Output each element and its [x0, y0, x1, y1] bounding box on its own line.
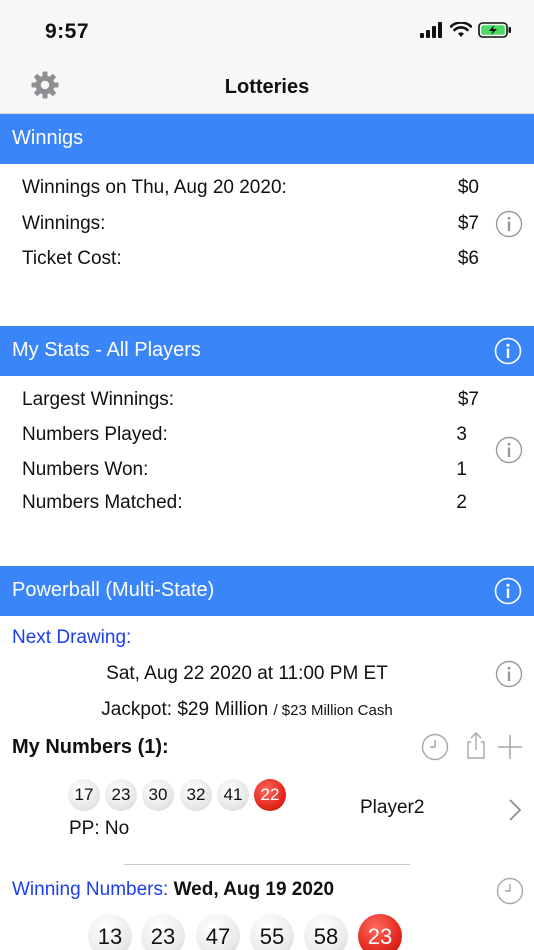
- next-drawing-label: Next Drawing:: [12, 627, 132, 648]
- drawing-info-icon[interactable]: [495, 660, 523, 688]
- jackpot-amount: Jackpot: $29 Million: [101, 699, 269, 720]
- section-header-stats: My Stats - All Players: [0, 326, 534, 376]
- winning-numbers-label: Winning Numbers:: [12, 879, 169, 900]
- status-time: 9:57: [45, 20, 90, 43]
- jackpot-cash: / $23 Million Cash: [273, 702, 393, 719]
- winning-powerball: 23: [358, 914, 402, 950]
- stats-header-info-icon[interactable]: [494, 337, 522, 365]
- stats-info-icon[interactable]: [495, 436, 523, 464]
- winning-ball: 13: [88, 914, 132, 950]
- battery-charging-icon: [478, 22, 511, 38]
- winning-numbers-header: Winning Numbers: Wed, Aug 19 2020: [12, 879, 334, 901]
- nav-bar: Lotteries: [0, 62, 534, 114]
- my-powerball: 22: [254, 779, 286, 811]
- status-icons: [420, 22, 512, 38]
- winning-numbers-date: Wed, Aug 19 2020: [173, 879, 335, 900]
- section-title-stats: My Stats - All Players: [12, 339, 201, 361]
- jackpot-line: Jackpot: $29 Million / $23 Million Cash: [0, 699, 494, 721]
- winning-ball: 55: [250, 914, 294, 950]
- stats-row-played-value: 3: [456, 424, 467, 445]
- add-icon[interactable]: [496, 733, 524, 761]
- share-icon[interactable]: [462, 731, 490, 759]
- my-ball: 23: [105, 779, 137, 811]
- stats-row-matched-label: Numbers Matched:: [22, 492, 183, 513]
- section-title-powerball: Powerball (Multi-State): [12, 579, 215, 601]
- wifi-icon: [450, 22, 472, 37]
- winning-ball: 58: [304, 914, 348, 950]
- my-ball: 17: [68, 779, 100, 811]
- stats-row-won-value: 1: [456, 459, 467, 480]
- signal-icon: [420, 22, 442, 38]
- winnings-row-cost-value: $6: [457, 248, 479, 269]
- divider: [124, 864, 410, 865]
- my-ball: 32: [180, 779, 212, 811]
- next-drawing-date: Sat, Aug 22 2020 at 11:00 PM ET: [106, 663, 388, 684]
- my-numbers-label: My Numbers (1):: [12, 736, 169, 758]
- my-ball: 30: [142, 779, 174, 811]
- powerball-header-info-icon[interactable]: [494, 577, 522, 605]
- chevron-right-icon: [509, 799, 522, 821]
- winning-ball: 23: [141, 914, 185, 950]
- winnings-row-date-label: Winnings on Thu, Aug 20 2020:: [22, 177, 287, 198]
- stats-row-largest-value: $7: [457, 389, 479, 410]
- stats-row-matched-value: 2: [456, 492, 467, 513]
- winnings-row-cost-label: Ticket Cost:: [22, 248, 122, 269]
- stats-row-played-label: Numbers Played:: [22, 424, 168, 445]
- winnings-row-total-label: Winnings:: [22, 213, 106, 234]
- stats-row-largest-label: Largest Winnings:: [22, 389, 175, 410]
- player-name: Player2: [360, 797, 425, 818]
- my-ball: 41: [217, 779, 249, 811]
- page-title: Lotteries: [224, 76, 310, 98]
- winning-ball: 47: [196, 914, 240, 950]
- status-bar: 9:57: [0, 0, 534, 62]
- power-play-status: PP: No: [69, 818, 130, 839]
- winning-history-icon[interactable]: [496, 877, 524, 905]
- section-header-powerball[interactable]: Powerball (Multi-State): [0, 566, 534, 616]
- winnings-info-icon[interactable]: [495, 210, 523, 238]
- section-header-winnings: Winnigs: [0, 114, 534, 164]
- history-icon[interactable]: [421, 733, 449, 761]
- winnings-row-date-value: $0: [457, 177, 479, 198]
- stats-row-won-label: Numbers Won:: [22, 459, 149, 480]
- winnings-row-total-value: $7: [457, 213, 479, 234]
- section-title-winnings: Winnigs: [12, 127, 84, 149]
